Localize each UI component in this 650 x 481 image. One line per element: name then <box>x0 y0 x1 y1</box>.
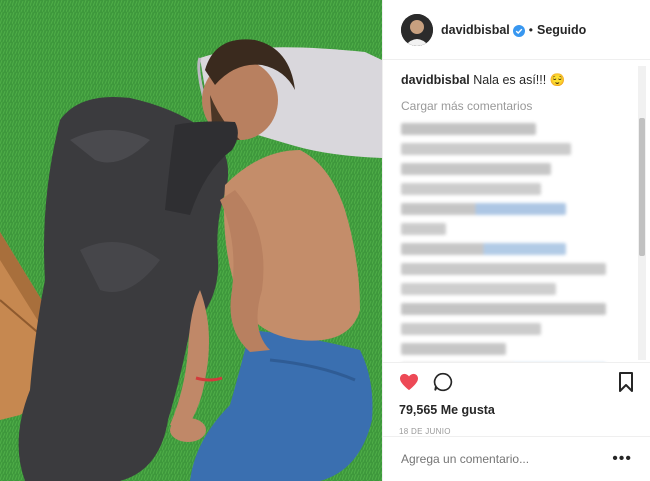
bookmark-icon[interactable] <box>618 371 634 397</box>
heart-icon[interactable] <box>399 373 419 396</box>
caption: davidbisbal Nala es así!!! 😌 <box>401 72 632 89</box>
photo-illustration <box>0 0 382 481</box>
likes-count[interactable]: 79,565 Me gusta <box>399 403 634 417</box>
load-more-comments-button[interactable]: Cargar más comentarios <box>401 99 632 113</box>
verified-icon <box>512 24 525 37</box>
caption-username[interactable]: davidbisbal <box>401 73 470 87</box>
blurred-comments <box>401 123 632 362</box>
add-comment-bar: ••• <box>383 436 650 481</box>
scrollbar-thumb[interactable] <box>639 118 645 256</box>
post-header: davidbisbal • Seguido <box>383 0 650 60</box>
avatar-image <box>401 13 433 46</box>
action-icons <box>399 371 634 397</box>
caption-text: Nala es así!!! 😌 <box>473 73 566 87</box>
post-side-panel: davidbisbal • Seguido davidbisbal Nala e… <box>382 0 650 481</box>
avatar[interactable] <box>401 13 433 46</box>
comments-scrollbar[interactable] <box>638 66 646 360</box>
post-actions: 79,565 Me gusta 18 DE JUNIO <box>383 362 650 446</box>
comment-input[interactable] <box>401 452 601 466</box>
post-photo[interactable] <box>0 0 382 481</box>
more-options-icon[interactable]: ••• <box>612 450 632 468</box>
instagram-post-view: davidbisbal • Seguido davidbisbal Nala e… <box>0 0 650 481</box>
comment-icon[interactable] <box>433 372 453 397</box>
post-date: 18 DE JUNIO <box>399 427 451 436</box>
username-link[interactable]: davidbisbal <box>441 23 510 37</box>
comments-list[interactable]: davidbisbal Nala es así!!! 😌 Cargar más … <box>383 60 650 362</box>
follow-status-button[interactable]: Seguido <box>537 23 586 37</box>
separator-dot: • <box>528 22 533 37</box>
